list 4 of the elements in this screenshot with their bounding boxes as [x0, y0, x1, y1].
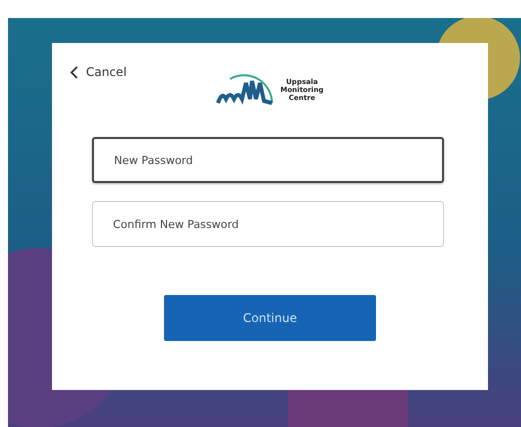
- cancel-link[interactable]: Cancel: [70, 65, 127, 79]
- continue-button[interactable]: Continue: [164, 295, 376, 341]
- password-field[interactable]: New Password: [92, 137, 444, 183]
- chevron-left-icon: [70, 66, 78, 78]
